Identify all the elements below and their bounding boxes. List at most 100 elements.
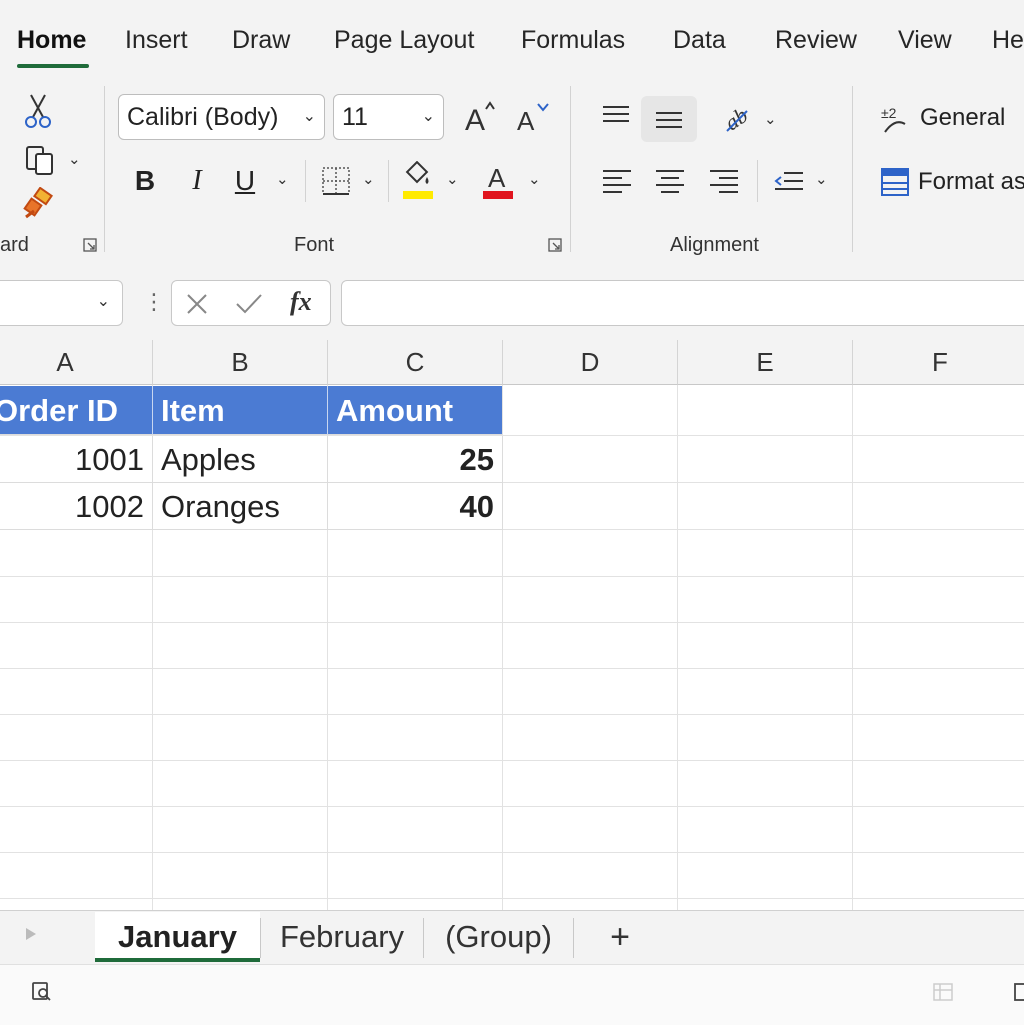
column-header-a[interactable]: A (0, 340, 153, 385)
grid-line (0, 668, 1024, 669)
font-name-combobox[interactable]: Calibri (Body) ⌄ (118, 94, 325, 140)
orientation-dropdown-chevron-icon[interactable]: ⌄ (764, 110, 777, 128)
chevron-down-icon: ⌄ (96, 293, 110, 310)
bold-button[interactable]: B (128, 162, 162, 200)
underline-dropdown-chevron-icon[interactable]: ⌄ (276, 170, 289, 188)
font-separator (388, 160, 389, 202)
font-launcher-icon[interactable] (548, 238, 562, 252)
tab-page-layout[interactable]: Page Layout (334, 26, 474, 55)
sheet-tab-february[interactable]: February (262, 912, 422, 962)
top-align-icon (603, 106, 629, 122)
format-as-table-button[interactable] (878, 164, 912, 200)
tab-view[interactable]: View (898, 26, 952, 55)
indent-button[interactable] (770, 162, 808, 200)
column-header-b[interactable]: B (153, 340, 328, 385)
ribbon-group-separator (570, 86, 571, 252)
column-header-c[interactable]: C (328, 340, 503, 385)
ribbon-tab-bar: Home Insert Draw Page Layout Formulas Da… (0, 0, 1024, 86)
name-box[interactable]: ⌄ (0, 280, 123, 326)
chevron-down-icon: ⌄ (421, 108, 435, 125)
sheet-tab-group[interactable]: (Group) (425, 912, 572, 962)
cut-button[interactable] (20, 92, 56, 130)
tab-data[interactable]: Data (673, 26, 726, 55)
clipboard-group-label: ard (0, 234, 29, 256)
align-right-button[interactable] (705, 162, 743, 200)
table-cell[interactable]: 40 (328, 483, 503, 530)
column-header-f[interactable]: F (853, 340, 1024, 385)
table-cell[interactable]: 25 (328, 436, 503, 483)
table-header-cell[interactable]: Item (153, 386, 328, 435)
table-header-cell[interactable]: Order ID (0, 386, 153, 435)
column-header-e[interactable]: E (678, 340, 853, 385)
align-left-icon (603, 170, 631, 193)
top-align-button[interactable] (596, 96, 636, 136)
column-header-d[interactable]: D (503, 340, 678, 385)
number-format-value[interactable]: General (920, 104, 1005, 132)
scroll-tabs-right-icon[interactable] (24, 926, 38, 942)
chevron-down-icon: ⌄ (302, 108, 316, 125)
table-header-cell[interactable]: Amount (328, 386, 502, 435)
grid-line (0, 806, 1024, 807)
add-sheet-button[interactable]: + (596, 912, 644, 962)
fill-color-dropdown-chevron-icon[interactable]: ⌄ (446, 170, 459, 188)
font-color-button[interactable]: A (480, 160, 516, 202)
clipboard-launcher-icon[interactable] (83, 238, 97, 252)
table-cell[interactable]: Oranges (153, 483, 328, 530)
tab-review[interactable]: Review (775, 26, 857, 55)
align-left-button[interactable] (598, 162, 636, 200)
increase-font-icon: A (465, 101, 495, 137)
grid-line (0, 898, 1024, 899)
table-cell[interactable]: 1001 (0, 436, 153, 483)
grid-line (0, 576, 1024, 577)
decrease-font-size-button[interactable]: A (512, 96, 554, 138)
font-size-combobox[interactable]: 11 ⌄ (333, 94, 444, 140)
copy-button[interactable] (20, 142, 60, 180)
ribbon-group-separator (852, 86, 853, 252)
font-color-dropdown-chevron-icon[interactable]: ⌄ (528, 170, 541, 188)
grid-line (0, 714, 1024, 715)
alignment-group-label: Alignment (670, 234, 759, 256)
increase-font-size-button[interactable]: A (458, 96, 500, 138)
cancel-icon[interactable] (184, 291, 210, 317)
tab-home[interactable]: Home (17, 26, 86, 55)
tab-divider (573, 918, 574, 958)
underline-button[interactable]: U (228, 162, 262, 200)
enter-check-icon[interactable] (234, 291, 264, 317)
formula-input[interactable] (341, 280, 1024, 326)
tab-draw[interactable]: Draw (232, 26, 290, 55)
format-painter-button[interactable] (20, 186, 60, 222)
drag-handle-icon[interactable]: ⋮ (143, 289, 165, 315)
copy-dropdown-chevron-icon[interactable]: ⌄ (68, 150, 81, 168)
accessibility-icon[interactable] (30, 980, 52, 1002)
table-cell[interactable]: Apples (153, 436, 328, 483)
middle-align-icon (656, 112, 682, 128)
borders-dropdown-chevron-icon[interactable]: ⌄ (362, 170, 375, 188)
table-cell[interactable]: 1002 (0, 483, 153, 530)
sheet-tab-january[interactable]: January (95, 912, 260, 962)
middle-align-button[interactable] (641, 96, 697, 142)
grid-line (677, 385, 678, 910)
grid-line (0, 852, 1024, 853)
indent-dropdown-chevron-icon[interactable]: ⌄ (815, 170, 828, 188)
alignment-separator (757, 160, 758, 202)
fill-color-button[interactable] (400, 160, 436, 202)
font-size-value: 11 (342, 103, 368, 131)
formula-controls: fx (171, 280, 331, 326)
grid-line (852, 385, 853, 910)
svg-text:A: A (488, 163, 506, 193)
orientation-button[interactable]: ab (716, 98, 756, 138)
tab-formulas[interactable]: Formulas (521, 26, 625, 55)
align-center-button[interactable] (651, 162, 689, 200)
insert-function-button[interactable]: fx (290, 287, 312, 317)
grid-line (0, 622, 1024, 623)
italic-button[interactable]: I (180, 162, 214, 200)
page-layout-view-icon[interactable] (1012, 981, 1024, 1003)
borders-button[interactable] (318, 162, 354, 200)
format-as-table-label[interactable]: Format as (918, 168, 1024, 196)
tab-help[interactable]: He (992, 26, 1024, 55)
font-name-value: Calibri (Body) (127, 103, 279, 131)
tab-insert[interactable]: Insert (125, 26, 188, 55)
normal-view-icon[interactable] (932, 981, 954, 1003)
copy-icon (26, 146, 53, 175)
number-format-button[interactable]: ±2 (878, 100, 912, 138)
